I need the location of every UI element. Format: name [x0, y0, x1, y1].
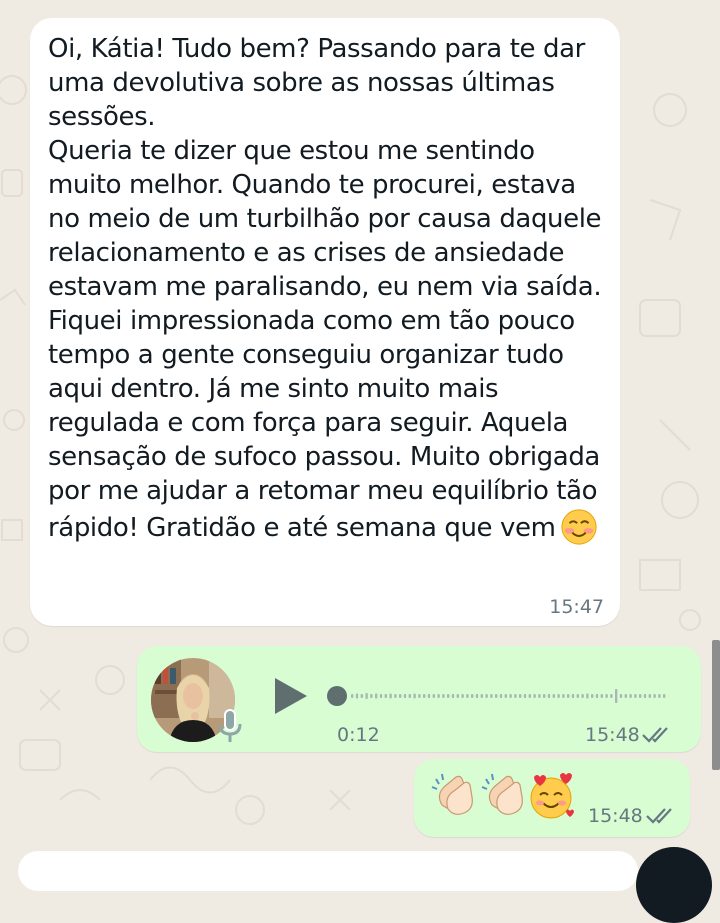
waveform-bar [595, 694, 599, 698]
waveform-bar [427, 694, 431, 698]
incoming-message-text: Oi, Kátia! Tudo bem? Passando para te da… [48, 32, 602, 546]
send-voice-button[interactable] [636, 847, 712, 923]
waveform-bar [461, 694, 464, 698]
waveform-bar [384, 694, 387, 698]
smiling-face-with-blush-icon [560, 509, 597, 545]
waveform-bar [485, 694, 488, 698]
waveform-bar [576, 694, 579, 698]
waveform-bar [653, 694, 656, 698]
waveform-bar [624, 694, 627, 698]
clapping-hands-icon [481, 773, 523, 815]
waveform-bar [495, 694, 498, 698]
waveform-bar [480, 694, 483, 698]
message-time: 15:47 [549, 596, 604, 618]
waveform-bar [581, 694, 584, 698]
message-time: 15:48 [585, 724, 640, 746]
waveform-bar [490, 694, 493, 698]
waveform-bar [403, 694, 407, 698]
waveform-bar [451, 694, 455, 698]
waveform-bar [610, 694, 613, 698]
scrollbar[interactable] [712, 640, 720, 770]
audio-waveform[interactable] [327, 682, 667, 710]
waveform-bar [615, 689, 618, 703]
waveform-bar [648, 694, 651, 698]
waveform-bar [442, 694, 445, 698]
waveform-bar [519, 694, 522, 698]
waveform-bar [355, 693, 359, 699]
incoming-message-bubble[interactable]: Oi, Kátia! Tudo bem? Passando para te da… [30, 18, 620, 626]
waveform-bar [437, 694, 440, 698]
waveform-bar [634, 694, 637, 698]
waveform-bar [389, 693, 392, 699]
smiling-face-with-hearts-icon [530, 773, 574, 819]
message-input-bar[interactable] [18, 851, 638, 891]
waveform-bar [423, 694, 426, 698]
message-paragraph: Oi, Kátia! Tudo bem? Passando para te da… [48, 34, 585, 132]
waveform-bar [504, 694, 507, 698]
waveform-bar [552, 694, 555, 698]
message-paragraph: Fiquei impressionada como em tão pouco t… [48, 304, 602, 546]
waveform-bar [418, 694, 421, 698]
waveform-bar [567, 694, 570, 698]
waveform-bar [360, 694, 363, 698]
clapping-hands-icon [431, 773, 473, 815]
message-time: 15:48 [588, 805, 643, 827]
waveform-bar [586, 693, 589, 699]
waveform-bar [543, 694, 546, 698]
waveform-bar [466, 694, 469, 698]
waveform-bar [447, 694, 450, 698]
waveform-bars [351, 689, 666, 703]
waveform-bar [408, 694, 411, 698]
voice-note-duration: 0:12 [337, 724, 380, 746]
waveform-bar [499, 694, 503, 698]
waveform-bar [456, 694, 459, 698]
emoji-message-bubble[interactable]: 15:48 [414, 759, 690, 837]
waveform-bar [538, 694, 541, 698]
waveform-bar [399, 694, 402, 698]
waveform-bar [663, 694, 666, 698]
waveform-bar [509, 694, 512, 698]
microphone-icon [218, 709, 242, 742]
double-check-icon [642, 727, 668, 743]
waveform-bar [571, 694, 575, 698]
message-paragraph: Queria te dizer que estou me sentindo mu… [48, 136, 602, 302]
waveform-bar [528, 694, 531, 698]
waveform-bar [394, 694, 397, 698]
waveform-bar [523, 694, 527, 698]
waveform-bar [557, 694, 560, 698]
waveform-bar [547, 694, 551, 698]
waveform-bar [643, 694, 647, 698]
double-check-icon [646, 808, 672, 824]
waveform-bar [639, 694, 642, 698]
waveform-bar [514, 694, 517, 698]
waveform-bar [629, 694, 632, 698]
waveform-bar [370, 694, 373, 698]
waveform-bar [562, 694, 565, 698]
waveform-bar [351, 694, 354, 698]
waveform-bar [365, 693, 368, 699]
waveform-bar [619, 694, 623, 698]
waveform-bar [379, 694, 383, 698]
playback-position-handle[interactable] [327, 686, 347, 706]
waveform-bar [432, 694, 435, 698]
waveform-bar [658, 694, 661, 698]
play-button[interactable] [271, 676, 311, 716]
waveform-bar [475, 694, 479, 698]
waveform-bar [375, 693, 378, 699]
waveform-bar [600, 694, 603, 698]
waveform-bar [413, 693, 416, 699]
waveform-bar [533, 694, 536, 698]
waveform-bar [591, 694, 594, 698]
waveform-bar [605, 694, 608, 698]
message-paragraph-text: Fiquei impressionada como em tão pouco t… [48, 306, 600, 543]
waveform-bar [471, 694, 474, 698]
voice-note-bubble[interactable]: 0:12 15:48 [137, 646, 701, 752]
